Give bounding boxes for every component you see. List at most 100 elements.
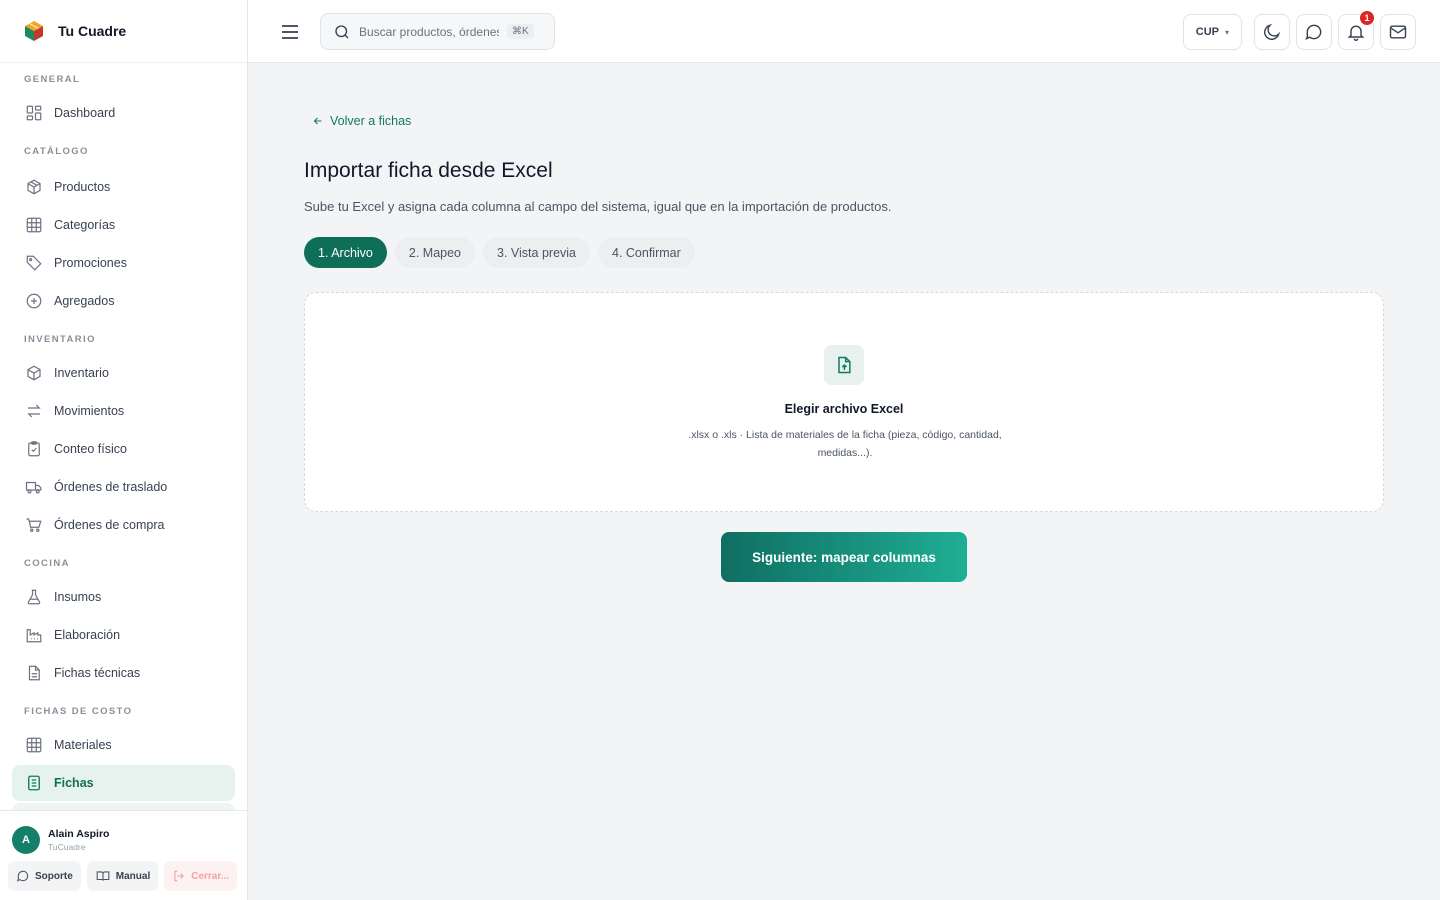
sidebar-item-label: Fichas técnicas xyxy=(54,666,141,680)
file-upload-icon xyxy=(824,345,864,385)
sidebar-item-productos[interactable]: Productos xyxy=(12,169,235,205)
mail-icon xyxy=(1389,25,1407,39)
grid-icon xyxy=(24,215,44,235)
notifications-button[interactable]: 1 xyxy=(1338,10,1375,50)
topbar: ⌘K CUP ▾ 1 xyxy=(248,0,1440,63)
document-icon xyxy=(24,663,44,683)
chevron-down-icon: ▾ xyxy=(1224,27,1229,37)
user-org: TuCuadre xyxy=(48,842,86,852)
sidebar-item-label: Promociones xyxy=(54,256,127,270)
clipboard-check-icon xyxy=(24,439,44,459)
stepper: 1. Archivo 2. Mapeo 3. Vista previa 4. C… xyxy=(304,237,695,268)
section-title-general: GENERAL xyxy=(24,74,81,85)
notification-badge: 1 xyxy=(1359,10,1375,26)
brand-name: Tu Cuadre xyxy=(58,23,127,39)
main-content: Volver a fichas Importar ficha desde Exc… xyxy=(248,64,1440,900)
sidebar-item-label: Órdenes de compra xyxy=(54,518,165,532)
back-label: Volver a fichas xyxy=(330,114,412,128)
sidebar-nav: GENERAL Dashboard CATÁLOGO Productos Cat… xyxy=(0,73,247,813)
sidebar-item-label: Fichas xyxy=(54,776,94,790)
sidebar-item-label: Conteo físico xyxy=(54,442,127,456)
search-icon xyxy=(335,24,349,38)
sidebar-item-agregados[interactable]: Agregados xyxy=(12,283,235,319)
currency-selector[interactable]: CUP ▾ xyxy=(1182,14,1242,50)
sidebar-item-label: Agregados xyxy=(54,294,115,308)
avatar: A xyxy=(12,826,40,854)
sidebar-item-conteo-fisico[interactable]: Conteo físico xyxy=(12,431,235,467)
sidebar-item-materiales[interactable]: Materiales xyxy=(12,727,235,763)
box-icon xyxy=(24,177,44,197)
sidebar-item-ordenes-traslado[interactable]: Órdenes de traslado xyxy=(12,469,235,505)
step-confirmar[interactable]: 4. Confirmar xyxy=(598,237,695,268)
step-mapeo[interactable]: 2. Mapeo xyxy=(394,237,476,268)
sidebar-item-label: Movimientos xyxy=(54,404,125,418)
document-list-icon xyxy=(24,773,44,793)
user-profile[interactable]: A Alain Aspiro TuCuadre xyxy=(0,811,247,859)
flask-icon xyxy=(24,587,44,607)
logout-label: Cerrar... xyxy=(191,870,230,882)
section-title-cocina: COCINA xyxy=(24,558,70,569)
user-name: Alain Aspiro xyxy=(48,828,110,840)
brand[interactable]: Tu Cuadre xyxy=(0,0,247,63)
logout-button[interactable]: Cerrar... xyxy=(164,861,238,891)
sidebar-item-inventario[interactable]: Inventario xyxy=(12,355,235,391)
sidebar-item-label: Dashboard xyxy=(54,106,116,120)
step-vista-previa[interactable]: 3. Vista previa xyxy=(483,237,590,268)
sidebar-item-promociones[interactable]: Promociones xyxy=(12,245,235,281)
manual-button[interactable]: Manual xyxy=(86,861,159,891)
chat-icon xyxy=(16,870,29,882)
sidebar-item-dashboard[interactable]: Dashboard xyxy=(12,95,235,131)
support-button[interactable]: Soporte xyxy=(8,861,81,891)
support-label: Soporte xyxy=(35,870,73,882)
dropzone-hint: .xlsx o .xls · Lista de materiales de la… xyxy=(688,429,1002,459)
page-subtitle: Sube tu Excel y asigna cada columna al c… xyxy=(304,199,892,214)
page-title: Importar ficha desde Excel xyxy=(304,159,553,182)
tag-icon xyxy=(24,253,44,273)
top-actions: CUP ▾ 1 xyxy=(1182,10,1416,50)
sidebar-item-label: Inventario xyxy=(54,366,109,380)
sidebar-item-movimientos[interactable]: Movimientos xyxy=(12,393,235,429)
menu-toggle-button[interactable] xyxy=(278,20,302,44)
sidebar-item-categorias[interactable]: Categorías xyxy=(12,207,235,243)
sidebar-item-fichas-tecnicas[interactable]: Fichas técnicas xyxy=(12,655,235,691)
box-icon xyxy=(24,363,44,383)
sidebar-item-elaboracion[interactable]: Elaboración xyxy=(12,617,235,653)
plus-circle-icon xyxy=(24,291,44,311)
sidebar-item-label: Insumos xyxy=(54,590,102,604)
sidebar-item-label: Órdenes de traslado xyxy=(54,480,168,494)
search-input[interactable] xyxy=(359,24,499,39)
sidebar-item-ordenes-compra[interactable]: Órdenes de compra xyxy=(12,507,235,543)
manual-label: Manual xyxy=(115,870,151,882)
mail-button[interactable] xyxy=(1380,14,1416,50)
file-dropzone[interactable]: Elegir archivo Excel .xlsx o .xls · List… xyxy=(304,292,1384,512)
sidebar-item-label: Categorías xyxy=(54,218,116,232)
search-shortcut: ⌘K xyxy=(507,24,534,39)
dropzone-title: Elegir archivo Excel xyxy=(784,402,904,416)
arrow-left-icon xyxy=(313,117,322,125)
arrows-icon xyxy=(24,401,44,421)
currency-value: CUP xyxy=(1195,26,1219,38)
section-title-fichas-costo: FICHAS DE COSTO xyxy=(24,706,133,717)
user-panel: A Alain Aspiro TuCuadre Soporte Manual C… xyxy=(0,810,247,900)
chat-button[interactable] xyxy=(1296,14,1332,50)
sidebar-item-fichas[interactable]: Fichas xyxy=(12,765,235,801)
back-link[interactable]: Volver a fichas xyxy=(312,114,411,128)
grid-icon xyxy=(24,735,44,755)
hamburger-icon xyxy=(282,25,298,39)
sidebar-item-label: Elaboración xyxy=(54,628,121,642)
moon-icon xyxy=(1264,23,1281,40)
theme-toggle-button[interactable] xyxy=(1254,14,1290,50)
sidebar-item-label: Productos xyxy=(54,180,111,194)
search-box[interactable]: ⌘K xyxy=(320,13,555,50)
dashboard-icon xyxy=(24,103,44,123)
message-circle-icon xyxy=(1305,24,1322,40)
logout-icon xyxy=(174,870,185,882)
step-archivo[interactable]: 1. Archivo xyxy=(304,237,387,268)
sidebar-item-label: Materiales xyxy=(54,738,112,752)
book-icon xyxy=(96,871,110,881)
sidebar-item-insumos[interactable]: Insumos xyxy=(12,579,235,615)
section-title-catalogo: CATÁLOGO xyxy=(24,146,89,157)
cart-icon xyxy=(24,515,44,535)
section-title-inventario: INVENTARIO xyxy=(24,334,96,345)
next-map-columns-button[interactable]: Siguiente: mapear columnas xyxy=(721,532,967,582)
